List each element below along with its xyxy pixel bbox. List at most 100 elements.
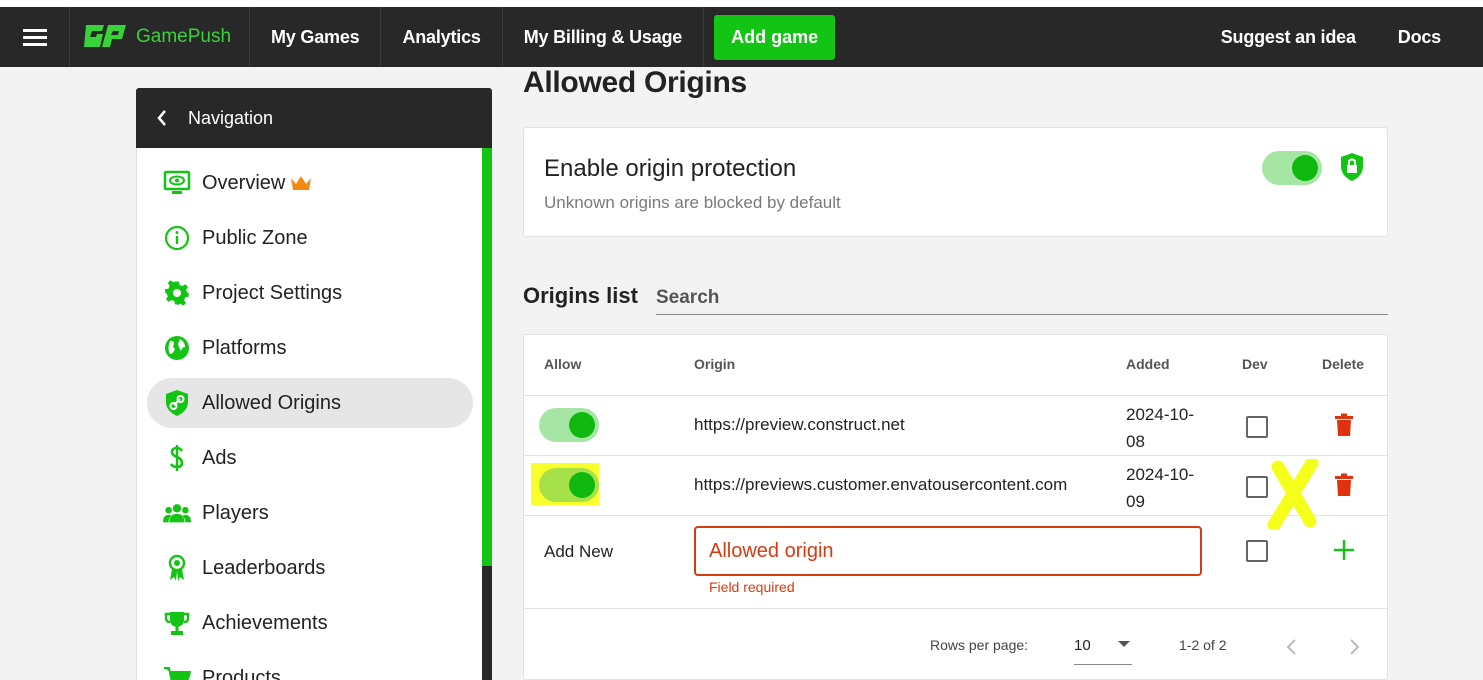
added-date-part: 09 — [1126, 492, 1145, 511]
crown-icon — [291, 176, 312, 190]
hamburger-icon — [22, 29, 47, 46]
shield-lock-icon — [1341, 153, 1363, 181]
sidebar-item-achievements[interactable]: Achievements — [147, 598, 473, 648]
sidebar-item-ads[interactable]: Ads — [147, 433, 473, 483]
sidebar-item-label: Players — [202, 501, 269, 524]
sidebar-item-allowed-origins[interactable]: Allowed Origins — [147, 378, 473, 428]
row-divider — [524, 515, 1387, 516]
column-header-dev[interactable]: Dev — [1242, 356, 1268, 372]
added-date-part: 08 — [1126, 432, 1145, 451]
origins-list-title: Origins list — [523, 283, 638, 308]
sidebar-header[interactable]: Navigation — [136, 88, 492, 148]
origin-protection-card: Enable origin protection Unknown origins… — [523, 127, 1388, 237]
column-header-delete[interactable]: Delete — [1322, 356, 1364, 372]
sidebar-item-overview[interactable]: Overview — [147, 158, 473, 208]
column-header-origin[interactable]: Origin — [694, 356, 735, 372]
rows-per-page-label: Rows per page: — [930, 637, 1029, 653]
sidebar-item-products[interactable]: Products — [147, 653, 473, 680]
new-dev-checkbox[interactable] — [1246, 540, 1268, 562]
new-origin-input[interactable] — [696, 528, 1200, 575]
toggle-knob — [569, 412, 595, 438]
toggle-knob — [569, 472, 595, 498]
added-date-part: 2024-10- — [1126, 405, 1195, 424]
delete-trash-icon[interactable] — [1334, 413, 1354, 437]
sidebar-item-label: Ads — [202, 446, 237, 469]
search-field[interactable] — [656, 282, 1388, 315]
origin-cell: https://previews.customer.envatousercont… — [694, 475, 1068, 494]
sidebar-item-label: Platforms — [202, 336, 287, 359]
origins-table: Allow Origin Added Dev Delete https://pr… — [523, 334, 1388, 680]
monitor-eye-icon — [163, 169, 191, 197]
origin-protection-title: Enable origin protection — [544, 155, 797, 182]
delete-trash-icon[interactable] — [1334, 473, 1354, 497]
sidebar-scrollbar-thumb[interactable] — [482, 148, 492, 566]
brand-name: GamePush — [136, 26, 232, 47]
sidebar-item-players[interactable]: Players — [147, 488, 473, 538]
suggest-idea-link[interactable]: Suggest an idea — [1200, 27, 1377, 48]
globe-icon — [163, 334, 191, 362]
column-header-allow[interactable]: Allow — [544, 356, 581, 372]
chevron-left-icon[interactable] — [1280, 635, 1304, 659]
sidebar-item-label: Overview — [202, 171, 286, 194]
add-game-button[interactable]: Add game — [714, 14, 836, 60]
allow-toggle[interactable] — [539, 468, 599, 502]
sidebar-scrollbar[interactable] — [482, 148, 492, 680]
sidebar-title: Navigation — [188, 107, 274, 128]
dev-checkbox[interactable] — [1246, 416, 1268, 438]
dollar-icon — [163, 444, 191, 472]
award-ribbon-icon — [163, 554, 191, 582]
nav-billing-usage[interactable]: My Billing & Usage — [503, 7, 705, 67]
row-divider — [524, 455, 1387, 456]
group-icon — [163, 499, 191, 527]
docs-link[interactable]: Docs — [1377, 27, 1462, 48]
gear-icon — [163, 279, 191, 307]
sidebar-item-public-zone[interactable]: Public Zone — [147, 213, 473, 263]
gamepush-logo-icon — [84, 25, 126, 47]
topbar-wrapper: GamePush My Games Analytics My Billing &… — [0, 0, 1483, 67]
sidebar-item-project-settings[interactable]: Project Settings — [147, 268, 473, 318]
hamburger-menu-button[interactable] — [0, 7, 70, 67]
new-origin-field[interactable] — [694, 526, 1202, 576]
origin-cell: https://preview.construct.net — [694, 415, 905, 434]
chevron-left-icon — [157, 110, 166, 126]
topbar: GamePush My Games Analytics My Billing &… — [0, 7, 1483, 67]
sidebar-item-label: Products — [202, 666, 281, 680]
page-title: Allowed Origins — [523, 66, 747, 99]
rows-per-page-select[interactable]: 10 — [1074, 633, 1132, 665]
brand[interactable]: GamePush — [70, 7, 250, 67]
sidebar-item-label: Allowed Origins — [202, 391, 341, 414]
chevron-right-icon[interactable] — [1342, 635, 1366, 659]
nav-analytics[interactable]: Analytics — [381, 7, 503, 67]
dev-checkbox[interactable] — [1246, 476, 1268, 498]
column-header-added[interactable]: Added — [1126, 356, 1170, 372]
info-circle-icon — [163, 224, 191, 252]
sidebar-item-label: Public Zone — [202, 226, 308, 249]
search-input[interactable] — [656, 282, 1388, 309]
shield-link-icon — [163, 389, 191, 417]
sidebar-item-label: Project Settings — [202, 281, 343, 304]
sidebar: Navigation Overview Public Zone Project … — [136, 88, 492, 680]
nav-my-games[interactable]: My Games — [250, 7, 382, 67]
sidebar-item-label: Leaderboards — [202, 556, 326, 579]
sidebar-item-leaderboards[interactable]: Leaderboards — [147, 543, 473, 593]
added-cell: 2024-10- 08 — [1126, 401, 1194, 455]
caret-down-icon — [1118, 641, 1130, 647]
cart-icon — [163, 664, 191, 680]
added-cell: 2024-10- 09 — [1126, 461, 1194, 515]
row-divider — [524, 608, 1387, 609]
origin-protection-toggle[interactable] — [1262, 151, 1322, 185]
add-origin-plus-icon[interactable] — [1332, 538, 1356, 562]
pagination-range: 1-2 of 2 — [1179, 637, 1227, 653]
add-new-label: Add New — [544, 542, 613, 561]
tutorials-link[interactable]: Tu — [1462, 27, 1483, 48]
toggle-knob — [1292, 155, 1318, 181]
added-date-part: 2024-10- — [1126, 465, 1195, 484]
origin-protection-subtitle: Unknown origins are blocked by default — [544, 193, 841, 212]
field-required-error: Field required — [709, 579, 795, 595]
allow-toggle[interactable] — [539, 408, 599, 442]
annotation-x-mark — [1268, 459, 1319, 529]
sidebar-item-platforms[interactable]: Platforms — [147, 323, 473, 373]
rows-per-page-value: 10 — [1074, 637, 1091, 654]
trophy-icon — [163, 609, 191, 637]
sidebar-list: Overview Public Zone Project Settings Pl… — [136, 148, 492, 680]
